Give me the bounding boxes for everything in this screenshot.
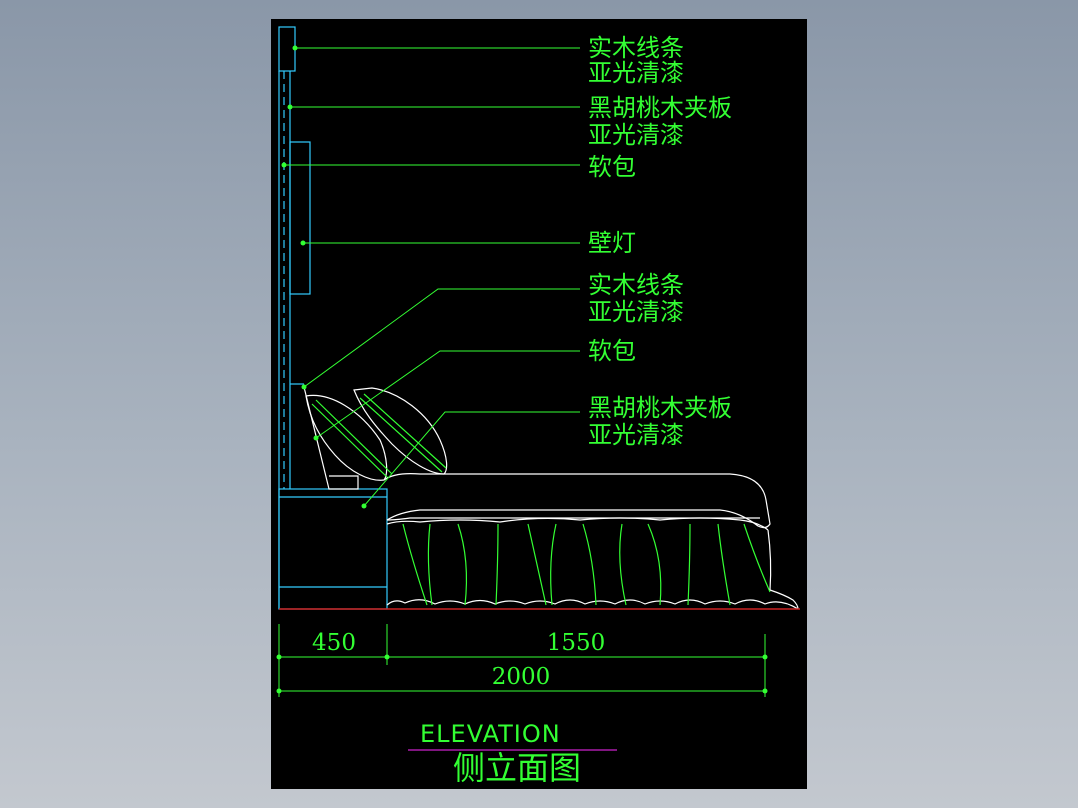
label-walnut-plywood-2: 黑胡桃木夹板 (588, 394, 732, 422)
title-chinese: 侧立面图 (453, 749, 581, 787)
title-english: ELEVATION (420, 720, 561, 748)
label-walnut-plywood-1: 黑胡桃木夹板 (588, 94, 732, 122)
label-matte-varnish-3: 亚光清漆 (588, 298, 684, 326)
label-matte-varnish-2: 亚光清漆 (588, 121, 684, 149)
cad-drawing: 实木线条 亚光清漆 黑胡桃木夹板 亚光清漆 软包 壁灯 实木线条 亚光清漆 软包… (271, 19, 807, 789)
label-wall-lamp: 壁灯 (588, 229, 636, 257)
label-matte-varnish-1: 亚光清漆 (588, 59, 684, 87)
label-upholstery-1: 软包 (588, 153, 636, 181)
dim-bed: 1550 (547, 630, 606, 656)
label-matte-varnish-4: 亚光清漆 (588, 421, 684, 449)
label-upholstery-2: 软包 (588, 337, 636, 365)
label-solid-wood-molding-1: 实木线条 (588, 34, 684, 62)
dim-nightstand: 450 (312, 630, 356, 656)
label-solid-wood-molding-2: 实木线条 (588, 271, 684, 299)
dim-total: 2000 (492, 664, 551, 690)
